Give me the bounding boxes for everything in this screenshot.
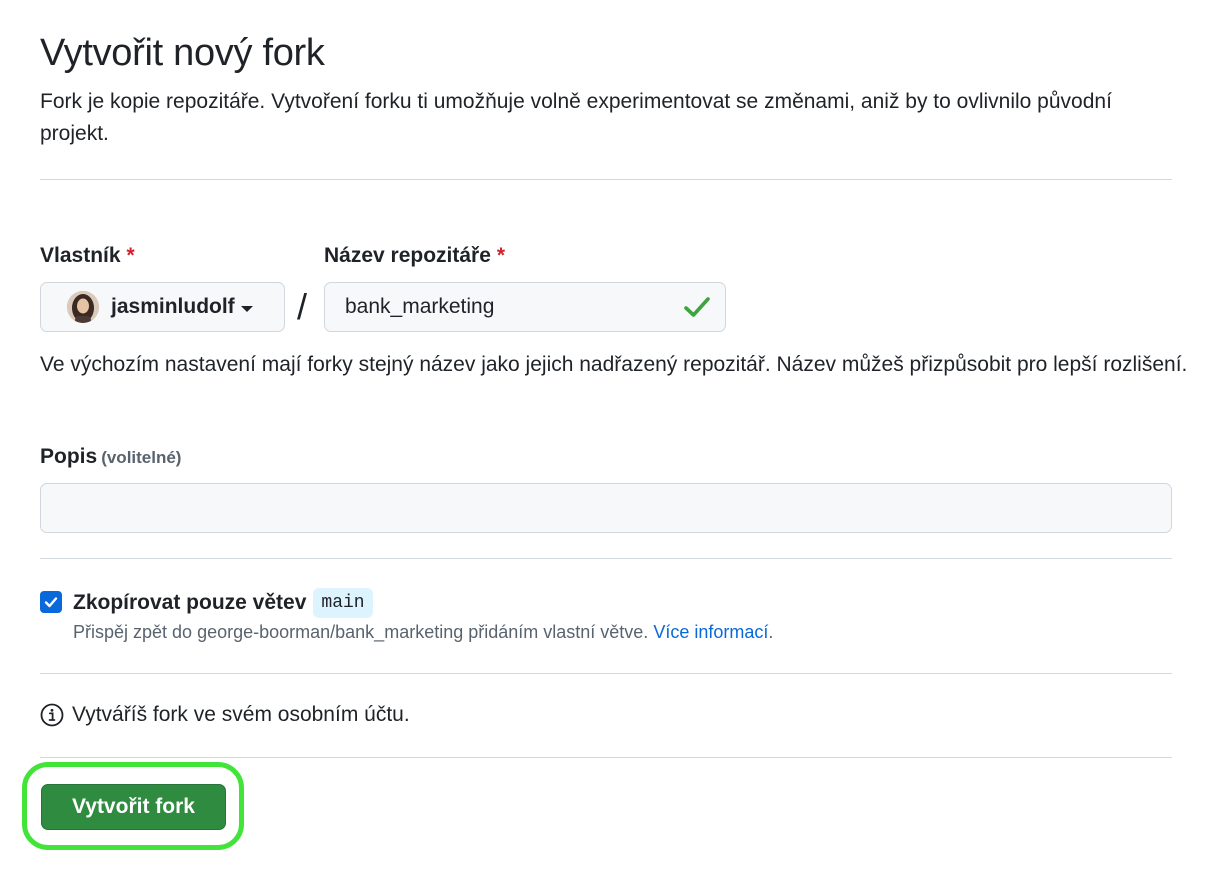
info-text: Vytváříš fork ve svém osobním účtu. bbox=[72, 703, 410, 726]
divider-middle bbox=[40, 558, 1172, 559]
copy-branch-label-text: Zkopírovat pouze větev bbox=[73, 591, 307, 614]
copy-branch-note-text: Přispěj zpět do george-boorman/bank_mark… bbox=[73, 622, 649, 642]
copy-branch-checkbox[interactable] bbox=[40, 591, 62, 613]
checkmark-icon bbox=[44, 597, 58, 608]
link-suffix: . bbox=[768, 622, 774, 642]
info-icon bbox=[40, 703, 64, 727]
divider-top bbox=[40, 179, 1172, 180]
copy-branch-label[interactable]: Zkopírovat pouze větev main bbox=[73, 588, 373, 618]
page-title: Vytvořit nový fork bbox=[40, 32, 325, 74]
owner-repo-separator: / bbox=[297, 286, 308, 327]
repo-name-label: Název repozitáře * bbox=[324, 242, 505, 270]
info-notice: Vytváříš fork ve svém osobním účtu. bbox=[40, 703, 410, 727]
more-info-link[interactable]: Více informací bbox=[653, 622, 768, 642]
owner-select-button[interactable]: jasminludolf bbox=[40, 282, 285, 332]
branch-chip: main bbox=[313, 588, 373, 618]
page-subtitle: Fork je kopie repozitáře. Vytvoření fork… bbox=[40, 90, 1112, 145]
description-input[interactable] bbox=[40, 483, 1172, 533]
required-mark: * bbox=[496, 244, 506, 267]
repo-name-hint: Ve výchozím nastavení mají forky stejný … bbox=[40, 353, 1188, 376]
optional-tag: (volitelné) bbox=[101, 448, 182, 467]
avatar bbox=[67, 291, 99, 323]
create-fork-button[interactable]: Vytvořit fork bbox=[41, 784, 226, 830]
owner-label: Vlastník * bbox=[40, 242, 135, 270]
divider-lower bbox=[40, 673, 1172, 674]
owner-label-text: Vlastník bbox=[40, 244, 121, 267]
description-label-text: Popis bbox=[40, 445, 98, 468]
copy-branch-note: Přispěj zpět do george-boorman/bank_mark… bbox=[73, 620, 773, 644]
repo-name-label-text: Název repozitáře bbox=[324, 244, 491, 267]
divider-bottom bbox=[40, 757, 1172, 758]
check-icon bbox=[684, 297, 710, 317]
required-mark: * bbox=[126, 244, 135, 267]
caret-down-icon bbox=[240, 305, 253, 312]
owner-name: jasminludolf bbox=[111, 295, 235, 318]
description-label: Popis (volitelné) bbox=[40, 443, 181, 472]
repo-name-input[interactable] bbox=[324, 282, 726, 332]
